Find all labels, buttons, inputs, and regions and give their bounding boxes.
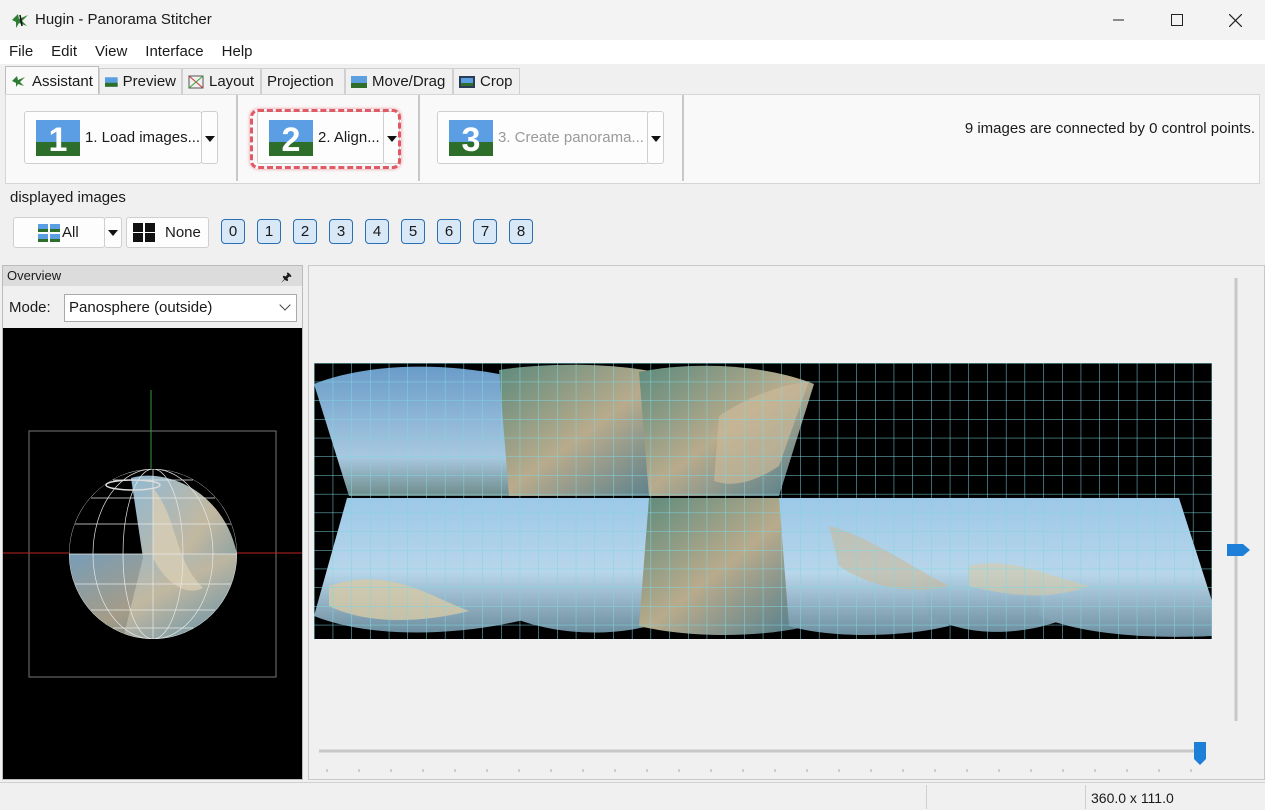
show-all-button[interactable]: All bbox=[13, 217, 105, 248]
show-none-button[interactable]: None bbox=[126, 217, 209, 248]
create-panorama-button[interactable]: 3 3. Create panorama... bbox=[437, 111, 649, 164]
horizontal-fov-slider[interactable] bbox=[1194, 742, 1206, 765]
show-all-label: All bbox=[62, 224, 79, 241]
tab-crop[interactable]: Crop bbox=[453, 68, 520, 94]
overview-title: Overview bbox=[7, 268, 62, 283]
overview-panel: Overview 🖈 Mode: Panosphere (outside) bbox=[2, 265, 303, 780]
load-images-dropdown[interactable] bbox=[201, 111, 218, 164]
tab-layout[interactable]: Layout bbox=[182, 68, 261, 94]
menu-help[interactable]: Help bbox=[213, 40, 262, 64]
chevron-down-icon bbox=[205, 136, 215, 142]
svg-text:3: 3 bbox=[462, 121, 481, 156]
fov-readout: 360.0 x 111.0 bbox=[1091, 790, 1174, 806]
image-toggle-4[interactable]: 4 bbox=[365, 219, 389, 244]
preview-icon bbox=[105, 76, 118, 87]
layout-icon bbox=[188, 75, 204, 88]
image-toggle-5[interactable]: 5 bbox=[401, 219, 425, 244]
create-panorama-dropdown[interactable] bbox=[647, 111, 664, 164]
image-toggle-2[interactable]: 2 bbox=[293, 219, 317, 244]
chevron-down-icon bbox=[651, 136, 661, 142]
assistant-icon bbox=[12, 76, 25, 87]
image-toggle-3[interactable]: 3 bbox=[329, 219, 353, 244]
status-divider bbox=[926, 785, 927, 809]
divider bbox=[236, 95, 238, 181]
crop-icon bbox=[459, 75, 475, 88]
panorama-canvas[interactable] bbox=[309, 266, 1264, 779]
tab-move-drag-label: Move/Drag bbox=[372, 73, 446, 90]
create-panorama-label: 3. Create panorama... bbox=[498, 129, 644, 146]
overview-header: Overview 🖈 bbox=[3, 266, 302, 286]
title-bar: Hugin - Panorama Stitcher bbox=[0, 0, 1265, 40]
panorama-preview-area[interactable] bbox=[308, 265, 1265, 780]
tab-projection-label: Projection bbox=[267, 73, 334, 90]
image-toggle-6[interactable]: 6 bbox=[437, 219, 461, 244]
divider bbox=[682, 95, 684, 181]
control-points-status: 9 images are connected by 0 control poin… bbox=[964, 120, 1255, 137]
hugin-app-icon bbox=[12, 14, 28, 28]
assistant-panel: 1 1. Load images... 2 2. Align... 3 3. C… bbox=[5, 94, 1260, 184]
tab-preview-label: Preview bbox=[122, 73, 176, 90]
chevron-down-icon bbox=[279, 299, 291, 311]
tab-preview[interactable]: Preview bbox=[99, 68, 182, 94]
tab-layout-label: Layout bbox=[209, 73, 255, 90]
menu-view[interactable]: View bbox=[86, 40, 136, 64]
displayed-images-label: displayed images bbox=[10, 189, 126, 206]
tab-projection[interactable]: Projection bbox=[261, 68, 345, 94]
overview-sphere-canvas[interactable] bbox=[3, 328, 302, 779]
menu-file[interactable]: File bbox=[0, 40, 42, 64]
tab-assistant[interactable]: Assistant bbox=[5, 66, 99, 95]
show-all-dropdown[interactable] bbox=[104, 217, 122, 248]
maximize-icon[interactable] bbox=[1148, 0, 1206, 40]
svg-text:1: 1 bbox=[49, 121, 68, 156]
main-tabs: Assistant Preview Layout Projection Move… bbox=[0, 66, 1265, 95]
vertical-fov-slider[interactable] bbox=[1227, 544, 1250, 556]
status-bar: 360.0 x 111.0 bbox=[0, 782, 1265, 810]
load-images-button[interactable]: 1 1. Load images... bbox=[24, 111, 202, 164]
image-toggle-0[interactable]: 0 bbox=[221, 219, 245, 244]
all-images-icon bbox=[38, 224, 60, 242]
minimize-icon[interactable] bbox=[1090, 0, 1148, 40]
tab-move-drag[interactable]: Move/Drag bbox=[345, 68, 453, 94]
align-highlight bbox=[250, 109, 401, 169]
image-toggle-8[interactable]: 8 bbox=[509, 219, 533, 244]
tab-crop-label: Crop bbox=[480, 73, 513, 90]
menu-bar: File Edit View Interface Help bbox=[0, 40, 1265, 64]
load-images-label: 1. Load images... bbox=[85, 129, 201, 146]
close-icon[interactable] bbox=[1206, 0, 1264, 40]
step-3-icon: 3 bbox=[449, 120, 493, 156]
image-toggle-7[interactable]: 7 bbox=[473, 219, 497, 244]
image-toggle-1[interactable]: 1 bbox=[257, 219, 281, 244]
mode-label: Mode: bbox=[9, 299, 51, 316]
mode-select[interactable]: Panosphere (outside) bbox=[64, 294, 297, 322]
menu-interface[interactable]: Interface bbox=[136, 40, 212, 64]
move-drag-icon bbox=[351, 75, 367, 88]
mode-value: Panosphere (outside) bbox=[69, 299, 213, 316]
displayed-images-group: displayed images All None 0 1 2 3 4 5 6 … bbox=[0, 186, 1265, 260]
divider bbox=[418, 95, 420, 181]
mode-row: Mode: Panosphere (outside) bbox=[3, 286, 302, 328]
pin-icon[interactable]: 🖈 bbox=[281, 267, 292, 287]
no-images-icon bbox=[133, 223, 155, 242]
chevron-down-icon bbox=[108, 230, 118, 236]
status-divider bbox=[1085, 785, 1086, 809]
show-none-label: None bbox=[165, 224, 201, 241]
tab-assistant-label: Assistant bbox=[32, 72, 93, 90]
window-title: Hugin - Panorama Stitcher bbox=[35, 11, 212, 28]
menu-edit[interactable]: Edit bbox=[42, 40, 86, 64]
step-1-icon: 1 bbox=[36, 120, 80, 156]
